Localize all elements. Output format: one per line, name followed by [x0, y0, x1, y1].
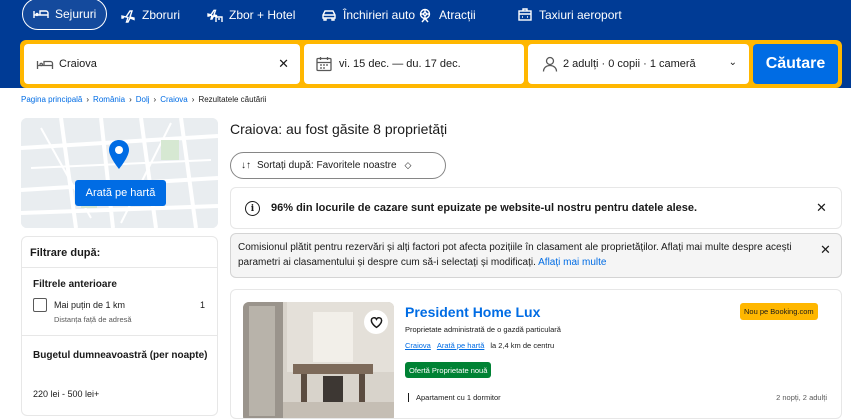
budget-range: 220 lei - 500 lei+: [33, 389, 100, 399]
budget-title: Bugetul dumneavoastră (per noapte): [33, 350, 208, 361]
divider: [22, 267, 217, 268]
tab-airport-taxis-label: Taxiuri aeroport: [539, 8, 622, 22]
divider: [22, 335, 217, 336]
tab-car-rentals[interactable]: Închirieri auto: [321, 0, 415, 30]
learn-more-link[interactable]: Aflați mai multe: [538, 257, 606, 268]
previous-filters-title: Filtrele anterioare: [33, 279, 117, 290]
map-background: [21, 118, 218, 228]
attraction-icon: [419, 8, 431, 23]
breadcrumb-city[interactable]: Craiova: [160, 95, 188, 104]
distance-filter-checkbox[interactable]: [33, 298, 47, 312]
property-map-link[interactable]: Arată pe hartă: [437, 341, 485, 350]
sort-dropdown[interactable]: ↓↑ Sortați după: Favoritele noastre ◇: [230, 152, 446, 179]
commission-notice-text: Comisionul plătit pentru rezervări și al…: [238, 240, 808, 270]
distance-filter-count: 1: [199, 300, 205, 310]
tab-airport-taxis[interactable]: Taxiuri aeroport: [517, 0, 622, 30]
property-city-link[interactable]: Craiova: [405, 341, 431, 350]
property-location: Craiova Arată pe hartă la 2,4 km de centru: [405, 341, 554, 350]
tab-flights-label: Zboruri: [142, 8, 181, 22]
distance-filter-label[interactable]: Mai puțin de 1 km: [54, 300, 125, 310]
new-property-offer-badge: Ofertă Proprietate nouă: [405, 362, 492, 378]
sort-label: Sortați după: Favoritele noastre: [257, 160, 397, 171]
tab-flights[interactable]: Zboruri: [120, 0, 180, 30]
chevron-updown-icon: ◇: [404, 160, 412, 170]
favorite-button[interactable]: [364, 310, 388, 334]
results-title: Craiova: au fost găsite 8 proprietăți: [230, 121, 448, 137]
person-icon: [542, 56, 558, 72]
close-icon[interactable]: ✕: [820, 242, 831, 258]
sold-out-alert-text: 96% din locurile de cazare sunt epuizate…: [271, 202, 698, 214]
breadcrumb-home[interactable]: Pagina principală: [21, 95, 82, 104]
info-icon: i: [245, 201, 260, 216]
filters-panel: Filtrare după: Filtrele anterioare Mai p…: [21, 236, 218, 416]
commission-text: Comisionul plătit pentru rezervări și al…: [238, 242, 792, 268]
property-distance: la 2,4 km de centru: [490, 341, 555, 350]
clear-icon[interactable]: ✕: [278, 56, 289, 72]
destination-input[interactable]: Craiova: [59, 58, 97, 70]
chevron-down-icon: ⌄: [728, 57, 737, 68]
tab-flight-hotel-label: Zbor + Hotel: [229, 8, 296, 22]
property-managed-by: Proprietate administrată de o gazdă part…: [405, 325, 561, 334]
bed-icon: [33, 10, 49, 18]
car-icon: [322, 10, 336, 21]
property-photo[interactable]: [243, 302, 394, 418]
stay-info: 2 nopți, 2 adulți: [776, 393, 827, 402]
sort-arrows-icon: ↓↑: [241, 160, 251, 171]
room-type: Apartament cu 1 dormitor: [408, 393, 501, 402]
date-range-value: vi. 15 dec. — du. 17 dec.: [339, 58, 461, 70]
guests-value: 2 adulți · 0 copii · 1 cameră: [563, 58, 696, 70]
tab-stays[interactable]: Sejururi: [22, 0, 108, 30]
show-on-map-button[interactable]: Arată pe hartă: [75, 180, 166, 206]
property-card[interactable]: President Home Lux Proprietate administr…: [230, 289, 842, 419]
guests-field[interactable]: 2 adulți · 0 copii · 1 cameră ⌄: [528, 44, 749, 84]
new-on-booking-badge: Nou pe Booking.com: [740, 303, 818, 320]
destination-field[interactable]: Craiova ✕: [24, 44, 300, 84]
tab-attractions-label: Atracții: [439, 8, 476, 22]
bed-icon: [36, 60, 54, 69]
distance-filter-description: Distanța față de adresă: [54, 315, 132, 324]
top-navigation: Sejururi Zboruri Zbor + Hotel Închirieri…: [0, 0, 851, 40]
breadcrumb: Pagina principală › România › Dolj › Craiova › R…: [21, 95, 267, 104]
plane-hotel-icon: [207, 9, 223, 22]
heart-icon: [370, 316, 382, 328]
date-field[interactable]: vi. 15 dec. — du. 17 dec.: [304, 44, 524, 84]
breadcrumb-current: Rezultatele căutării: [198, 95, 267, 104]
map-preview[interactable]: Arată pe hartă: [21, 118, 218, 228]
calendar-icon: [316, 57, 332, 72]
breadcrumb-county[interactable]: Dolj: [136, 95, 150, 104]
sold-out-alert: i 96% din locurile de cazare sunt epuiza…: [230, 187, 842, 229]
search-bar: Craiova ✕ vi. 15 dec. — du. 17 dec. 2 ad…: [20, 40, 842, 88]
close-icon[interactable]: ✕: [816, 200, 827, 216]
tab-car-rentals-label: Închirieri auto: [343, 8, 416, 22]
taxi-icon: [518, 8, 532, 21]
breadcrumb-country[interactable]: România: [93, 95, 125, 104]
search-button[interactable]: Căutare: [753, 44, 838, 84]
filter-heading: Filtrare după:: [30, 247, 101, 259]
map-pin-icon: [109, 140, 129, 169]
tab-attractions[interactable]: Atracții: [417, 0, 476, 30]
tab-stays-label: Sejururi: [55, 7, 97, 21]
plane-icon: [121, 10, 135, 23]
tab-flight-hotel[interactable]: Zbor + Hotel: [207, 0, 295, 30]
commission-notice: Comisionul plătit pentru rezervări și al…: [230, 233, 842, 278]
property-name[interactable]: President Home Lux: [405, 304, 540, 320]
